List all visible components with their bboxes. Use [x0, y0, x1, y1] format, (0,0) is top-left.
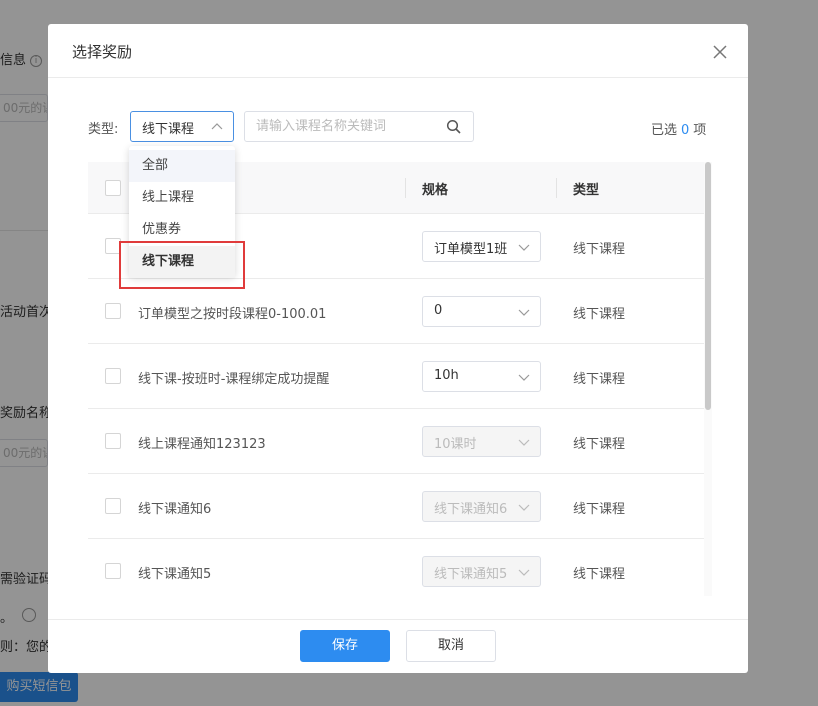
chevron-down-icon [518, 569, 530, 576]
dialog-title: 选择奖励 [72, 43, 133, 61]
spec-select: 线下课通知6 [422, 491, 541, 522]
course-type: 线下课程 [573, 307, 626, 322]
row-checkbox[interactable] [105, 433, 121, 449]
table-row: 线下课通知6 线下课通知6 线下课程 [88, 474, 704, 539]
spec-select: 线下课通知5 [422, 556, 541, 587]
chevron-down-icon [518, 439, 530, 446]
cancel-button[interactable]: 取消 [406, 630, 496, 662]
course-name: 线下课-按班时-课程绑定成功提醒 [138, 372, 330, 387]
row-checkbox[interactable] [105, 303, 121, 319]
selected-count: 已选 0 项 [651, 119, 706, 138]
selected-count-number: 0 [681, 123, 690, 138]
spec-select[interactable]: 10h [422, 361, 541, 392]
spec-select[interactable]: 订单模型1班 [422, 231, 541, 262]
course-type: 线下课程 [573, 567, 626, 582]
table-row: 订单模型之按时段课程0-100.01 0 线下课程 [88, 279, 704, 344]
close-icon[interactable] [708, 40, 732, 64]
chevron-up-icon [211, 123, 223, 130]
select-all-checkbox[interactable] [105, 180, 121, 196]
search-icon[interactable] [446, 119, 462, 135]
spec-value: 线下课通知6 [434, 502, 508, 517]
table-row: 线上课程通知123123 10课时 线下课程 [88, 409, 704, 474]
spec-value: 订单模型1班 [434, 242, 508, 257]
type-select-value: 线下课程 [142, 122, 195, 137]
spec-value: 线下课通知5 [434, 567, 508, 582]
spec-value: 10h [434, 368, 459, 383]
dropdown-option-online-course[interactable]: 线上课程 [129, 182, 235, 214]
spec-value: 10课时 [434, 437, 477, 452]
table-row: 线下课通知5 线下课通知5 线下课程 [88, 539, 704, 596]
spec-select: 10课时 [422, 426, 541, 457]
chevron-down-icon [518, 244, 530, 251]
spec-value: 0 [434, 303, 443, 318]
chevron-down-icon [518, 374, 530, 381]
dropdown-option-offline-course[interactable]: 线下课程 [129, 246, 235, 278]
table-row: 线下课-按班时-课程绑定成功提醒 10h 线下课程 [88, 344, 704, 409]
course-type: 线下课程 [573, 502, 626, 517]
chevron-down-icon [518, 504, 530, 511]
select-reward-dialog: 选择奖励 类型: 线下课程 已选0项 规格 类型 订单模型1班 线下课程 [48, 24, 748, 673]
course-type: 线下课程 [573, 372, 626, 387]
selected-prefix: 已选 [651, 123, 678, 138]
dialog-footer: 保存 取消 [48, 619, 748, 673]
course-name: 订单模型之按时段课程0-100.01 [138, 307, 327, 322]
course-name: 线上课程通知123123 [138, 437, 266, 452]
table-scrollbar[interactable] [704, 162, 712, 596]
row-checkbox[interactable] [105, 368, 121, 384]
scrollbar-thumb[interactable] [705, 162, 711, 410]
row-checkbox[interactable] [105, 238, 121, 254]
column-header-spec: 规格 [422, 183, 449, 198]
course-type: 线下课程 [573, 242, 626, 257]
search-box [244, 111, 474, 142]
header-separator [556, 178, 557, 198]
type-dropdown: 全部 线上课程 优惠券 线下课程 [129, 146, 235, 278]
row-checkbox[interactable] [105, 563, 121, 579]
course-type: 线下课程 [573, 437, 626, 452]
dropdown-option-coupon[interactable]: 优惠券 [129, 214, 235, 246]
spec-select[interactable]: 0 [422, 296, 541, 327]
dropdown-option-all[interactable]: 全部 [129, 150, 235, 182]
course-name: 线下课通知5 [138, 567, 212, 582]
header-separator [405, 178, 406, 198]
column-header-type: 类型 [573, 183, 600, 198]
chevron-down-icon [518, 309, 530, 316]
save-button[interactable]: 保存 [300, 630, 390, 662]
selected-suffix: 项 [693, 123, 707, 138]
row-checkbox[interactable] [105, 498, 121, 514]
course-name: 线下课通知6 [138, 502, 212, 517]
dialog-header: 选择奖励 [48, 24, 748, 78]
type-filter-label: 类型: [88, 122, 119, 137]
type-select[interactable]: 线下课程 [130, 111, 234, 142]
search-input[interactable] [246, 113, 436, 140]
